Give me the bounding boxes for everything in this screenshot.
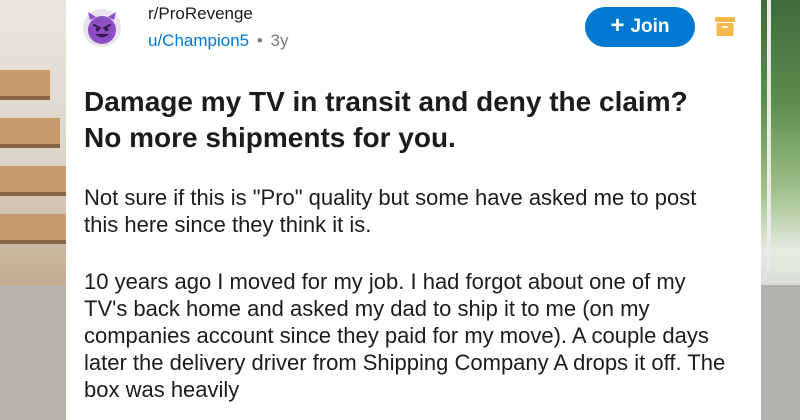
stair-step [0, 166, 66, 196]
post-age: 3y [270, 31, 289, 50]
stair-step [0, 70, 50, 100]
meta-separator: • [256, 31, 263, 50]
background-photo-left [0, 0, 66, 420]
sofa-left [0, 285, 66, 420]
sofa-right [761, 285, 800, 420]
background-photo-right [761, 0, 800, 420]
subreddit-name[interactable]: r/ProRevenge [148, 4, 253, 24]
post-body-paragraph: 10 years ago I moved for my job. I had f… [84, 269, 726, 402]
join-label: Join [630, 16, 670, 37]
stair-step [0, 214, 66, 244]
save-archive-icon[interactable] [714, 15, 736, 37]
post-meta: u/Champion5 • 3y [148, 31, 289, 51]
username-link[interactable]: u/Champion5 [148, 31, 249, 50]
post-body-paragraph: Not sure if this is "Pro" quality but so… [84, 185, 697, 237]
join-button[interactable]: + Join [585, 7, 695, 47]
devil-emoji-avatar[interactable] [82, 8, 122, 48]
stair-step [0, 118, 60, 148]
post-title[interactable]: Damage my TV in transit and deny the cla… [84, 84, 724, 156]
window-frame [767, 0, 771, 270]
reddit-post-card: r/ProRevenge u/Champion5 • 3y + Join Dam… [66, 0, 761, 420]
plus-icon: + [610, 12, 625, 39]
